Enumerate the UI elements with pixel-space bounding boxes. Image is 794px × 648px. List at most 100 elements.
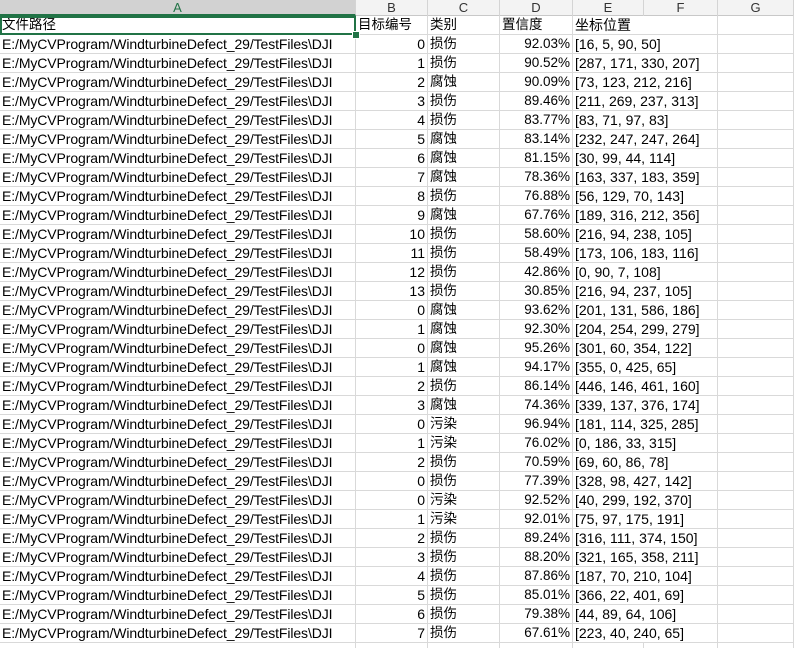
- cell-coords[interactable]: [211, 269, 237, 313]: [573, 92, 718, 111]
- cell-path[interactable]: E:/MyCVProgram/WindturbineDefect_29/Test…: [0, 225, 356, 244]
- cell-confidence[interactable]: 74.36%: [500, 396, 573, 415]
- cell-empty-g[interactable]: [718, 92, 794, 111]
- cell-category[interactable]: 损伤: [428, 586, 500, 605]
- cell-partial[interactable]: [0, 643, 356, 648]
- cell-confidence[interactable]: 76.88%: [500, 187, 573, 206]
- cell-confidence[interactable]: 58.60%: [500, 225, 573, 244]
- cell-path[interactable]: E:/MyCVProgram/WindturbineDefect_29/Test…: [0, 472, 356, 491]
- cell-path[interactable]: E:/MyCVProgram/WindturbineDefect_29/Test…: [0, 35, 356, 54]
- cell-coords[interactable]: [0, 186, 33, 315]: [573, 434, 718, 453]
- cell-confidence[interactable]: 79.38%: [500, 605, 573, 624]
- cell-coords[interactable]: [69, 60, 86, 78]: [573, 453, 718, 472]
- cell-empty-g[interactable]: [718, 111, 794, 130]
- cell-empty-g[interactable]: [718, 377, 794, 396]
- cell-category[interactable]: 腐蚀: [428, 168, 500, 187]
- cell-coords[interactable]: [16, 5, 90, 50]: [573, 35, 718, 54]
- cell-empty-g[interactable]: [718, 339, 794, 358]
- cell-path[interactable]: E:/MyCVProgram/WindturbineDefect_29/Test…: [0, 282, 356, 301]
- cell-confidence[interactable]: 92.52%: [500, 491, 573, 510]
- cell-empty-g[interactable]: [718, 244, 794, 263]
- cell-coords[interactable]: [163, 337, 183, 359]: [573, 168, 718, 187]
- cell-empty-g[interactable]: [718, 491, 794, 510]
- cell-category[interactable]: 损伤: [428, 244, 500, 263]
- cell-empty-g[interactable]: [718, 206, 794, 225]
- fill-handle[interactable]: [352, 31, 360, 39]
- cell-id[interactable]: 0: [356, 339, 428, 358]
- cell-path[interactable]: E:/MyCVProgram/WindturbineDefect_29/Test…: [0, 339, 356, 358]
- cell-coords[interactable]: [316, 111, 374, 150]: [573, 529, 718, 548]
- cell-partial[interactable]: [356, 643, 428, 648]
- cell-path[interactable]: E:/MyCVProgram/WindturbineDefect_29/Test…: [0, 187, 356, 206]
- cell-empty-g[interactable]: [718, 624, 794, 643]
- cell-confidence[interactable]: 58.49%: [500, 244, 573, 263]
- cell-confidence[interactable]: 42.86%: [500, 263, 573, 282]
- cell-confidence[interactable]: 89.46%: [500, 92, 573, 111]
- cell-empty-g[interactable]: [718, 453, 794, 472]
- cell-partial[interactable]: [573, 643, 644, 648]
- cell-category[interactable]: 污染: [428, 510, 500, 529]
- column-header-e[interactable]: E: [573, 0, 644, 16]
- cell-confidence[interactable]: 81.15%: [500, 149, 573, 168]
- cell-coords[interactable]: [187, 70, 210, 104]: [573, 567, 718, 586]
- cell-path[interactable]: E:/MyCVProgram/WindturbineDefect_29/Test…: [0, 111, 356, 130]
- cell-coords[interactable]: [40, 299, 192, 370]: [573, 491, 718, 510]
- cell-confidence[interactable]: 87.86%: [500, 567, 573, 586]
- cell-path[interactable]: E:/MyCVProgram/WindturbineDefect_29/Test…: [0, 529, 356, 548]
- cell-category[interactable]: 腐蚀: [428, 149, 500, 168]
- cell-id[interactable]: 6: [356, 605, 428, 624]
- header-cell-id[interactable]: 目标编号: [356, 16, 428, 35]
- cell-category[interactable]: 污染: [428, 434, 500, 453]
- cell-id[interactable]: 2: [356, 73, 428, 92]
- cell-path[interactable]: E:/MyCVProgram/WindturbineDefect_29/Test…: [0, 510, 356, 529]
- cell-path[interactable]: E:/MyCVProgram/WindturbineDefect_29/Test…: [0, 586, 356, 605]
- cell-empty-g[interactable]: [718, 35, 794, 54]
- column-header-a[interactable]: A: [0, 0, 356, 16]
- cell-category[interactable]: 污染: [428, 415, 500, 434]
- cell-id[interactable]: 3: [356, 396, 428, 415]
- cell-empty-g[interactable]: [718, 320, 794, 339]
- cell-id[interactable]: 13: [356, 282, 428, 301]
- cell-empty-g[interactable]: [718, 149, 794, 168]
- column-header-b[interactable]: B: [356, 0, 428, 16]
- cell-confidence[interactable]: 70.59%: [500, 453, 573, 472]
- header-cell-confidence[interactable]: 置信度: [500, 16, 573, 35]
- cell-confidence[interactable]: 76.02%: [500, 434, 573, 453]
- cell-path[interactable]: E:/MyCVProgram/WindturbineDefect_29/Test…: [0, 54, 356, 73]
- cell-coords[interactable]: [0, 90, 7, 108]: [573, 263, 718, 282]
- cell-empty-g[interactable]: [718, 282, 794, 301]
- cell-coords[interactable]: [366, 22, 401, 69]: [573, 586, 718, 605]
- cell-confidence[interactable]: 83.14%: [500, 130, 573, 149]
- cell-id[interactable]: 1: [356, 320, 428, 339]
- cell-empty-g[interactable]: [718, 16, 794, 35]
- cell-confidence[interactable]: 83.77%: [500, 111, 573, 130]
- cell-id[interactable]: 2: [356, 529, 428, 548]
- cell-category[interactable]: 损伤: [428, 567, 500, 586]
- cell-confidence[interactable]: 77.39%: [500, 472, 573, 491]
- cell-coords[interactable]: [173, 106, 183, 116]: [573, 244, 718, 263]
- cell-path[interactable]: E:/MyCVProgram/WindturbineDefect_29/Test…: [0, 377, 356, 396]
- cell-category[interactable]: 损伤: [428, 282, 500, 301]
- column-header-c[interactable]: C: [428, 0, 500, 16]
- cell-coords[interactable]: [30, 99, 44, 114]: [573, 149, 718, 168]
- cell-category[interactable]: 损伤: [428, 35, 500, 54]
- cell-id[interactable]: 6: [356, 149, 428, 168]
- cell-coords[interactable]: [204, 254, 299, 279]: [573, 320, 718, 339]
- cell-empty-g[interactable]: [718, 263, 794, 282]
- cell-confidence[interactable]: 85.01%: [500, 586, 573, 605]
- cell-path[interactable]: E:/MyCVProgram/WindturbineDefect_29/Test…: [0, 567, 356, 586]
- cell-id[interactable]: 2: [356, 453, 428, 472]
- cell-id[interactable]: 0: [356, 491, 428, 510]
- cell-category[interactable]: 损伤: [428, 624, 500, 643]
- cell-id[interactable]: 5: [356, 586, 428, 605]
- cell-coords[interactable]: [355, 0, 425, 65]: [573, 358, 718, 377]
- cell-id[interactable]: 0: [356, 301, 428, 320]
- cell-empty-g[interactable]: [718, 529, 794, 548]
- cell-id[interactable]: 7: [356, 624, 428, 643]
- cell-id[interactable]: 10: [356, 225, 428, 244]
- cell-coords[interactable]: [287, 171, 330, 207]: [573, 54, 718, 73]
- cell-path[interactable]: E:/MyCVProgram/WindturbineDefect_29/Test…: [0, 168, 356, 187]
- cell-id[interactable]: 4: [356, 111, 428, 130]
- cell-category[interactable]: 损伤: [428, 111, 500, 130]
- cell-coords[interactable]: [44, 89, 64, 106]: [573, 605, 718, 624]
- cell-confidence[interactable]: 95.26%: [500, 339, 573, 358]
